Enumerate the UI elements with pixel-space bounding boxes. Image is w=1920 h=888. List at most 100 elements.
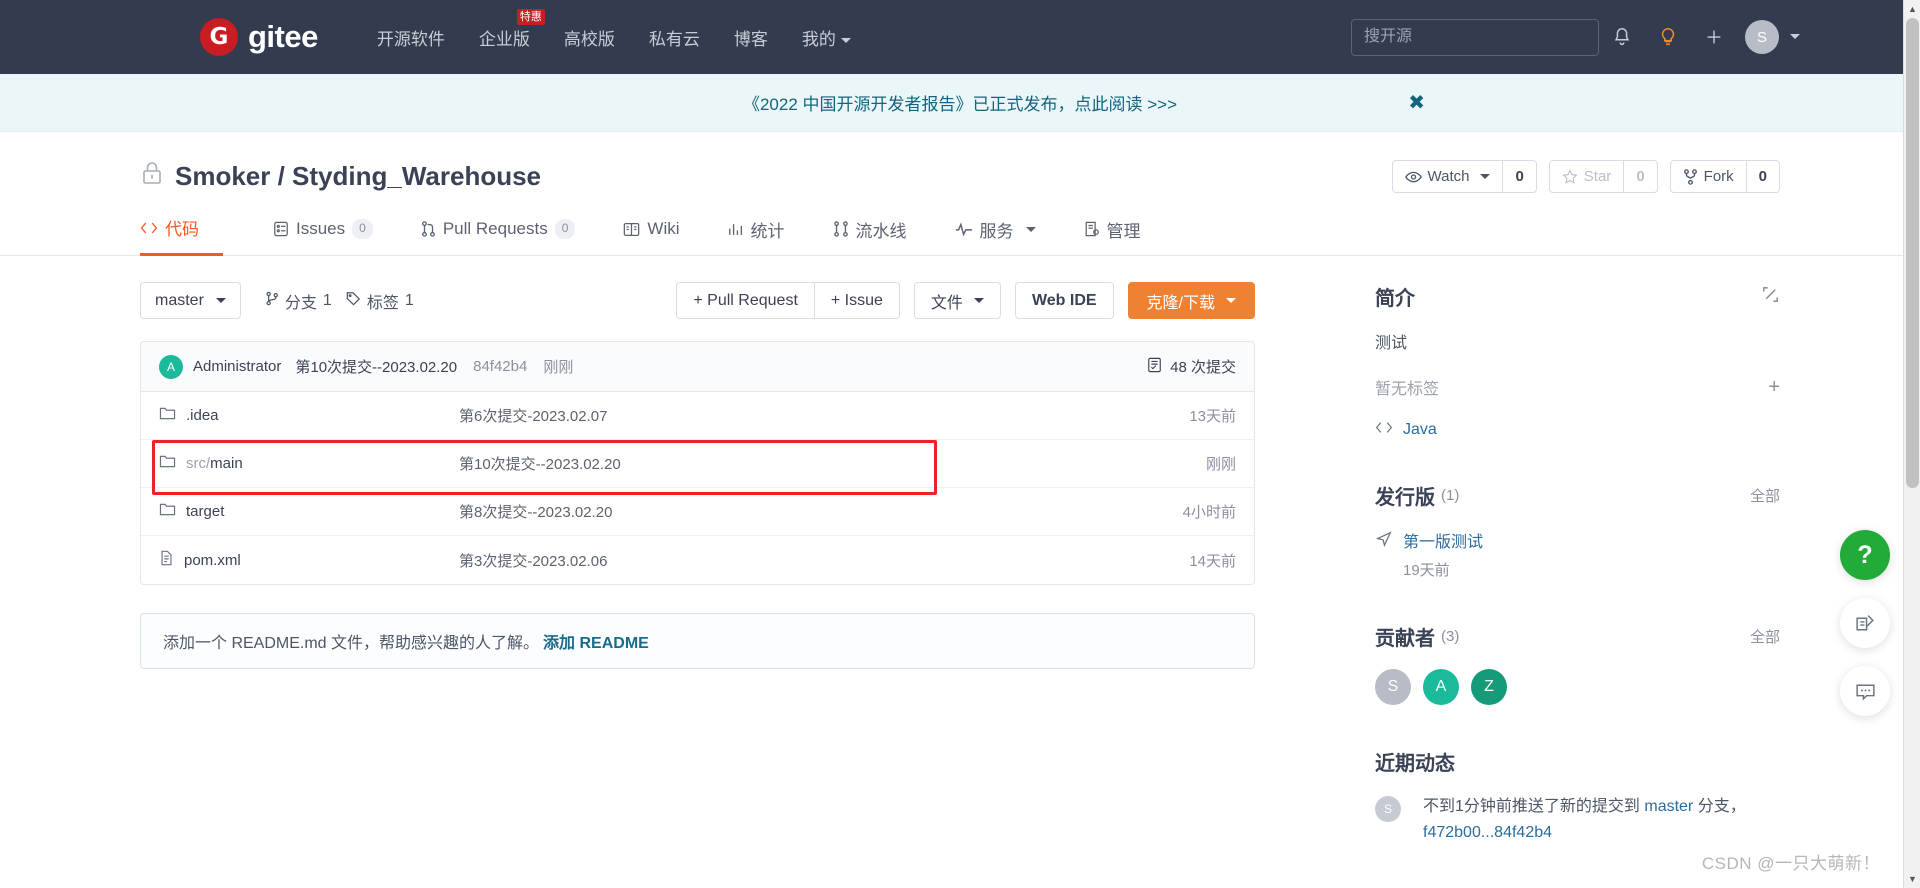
repository-full-name[interactable]: Smoker / Styding_Warehouse: [175, 161, 541, 192]
user-menu-chevron-down-icon[interactable]: [1785, 28, 1800, 46]
file-commit-message[interactable]: 第8次提交--2023.02.20: [459, 501, 612, 522]
branch-selector[interactable]: master: [140, 282, 241, 319]
lock-icon: [140, 160, 164, 193]
avatar[interactable]: A: [1423, 669, 1459, 705]
tab-pipeline[interactable]: 流水线: [809, 215, 931, 256]
tab-manage[interactable]: 管理: [1060, 215, 1165, 256]
commit-author-avatar[interactable]: A: [159, 354, 183, 379]
releases-view-all-link[interactable]: 全部: [1750, 485, 1780, 506]
repository-toolbar: master 分支 1 标签 1 + Pull Request + Issue …: [140, 282, 1255, 319]
scrollbar-thumb[interactable]: [1906, 18, 1919, 488]
tab-wiki[interactable]: Wiki: [599, 215, 703, 256]
clone-download-label: 克隆/下载: [1146, 294, 1215, 312]
fork-count[interactable]: 0: [1745, 161, 1779, 192]
fork-button[interactable]: Fork: [1671, 161, 1746, 192]
search-input[interactable]: [1351, 18, 1599, 56]
announcement-text[interactable]: 《2022 中国开源开发者报告》已正式发布，点此阅读 >>>: [743, 90, 1177, 115]
avatar[interactable]: Z: [1471, 669, 1507, 705]
page-scrollbar[interactable]: ▲ ▼: [1903, 0, 1920, 888]
tab-pull-requests[interactable]: Pull Requests 0: [397, 215, 600, 256]
nav-link-education[interactable]: 高校版: [547, 25, 632, 50]
announcement-banner: 《2022 中国开源开发者报告》已正式发布，点此阅读 >>> ✖: [0, 74, 1920, 132]
file-commit-message[interactable]: 第10次提交--2023.02.20: [459, 453, 621, 474]
avatar[interactable]: S: [1375, 669, 1411, 705]
new-pull-request-button[interactable]: + Pull Request: [676, 282, 814, 319]
avatar[interactable]: S: [1375, 796, 1401, 822]
close-icon[interactable]: ✖: [1408, 93, 1425, 113]
releases-header: 发行版 (1) 全部: [1375, 481, 1780, 510]
watermark: CSDN @一只大萌新！: [1701, 854, 1880, 873]
watch-count[interactable]: 0: [1502, 161, 1535, 192]
file-commit-message[interactable]: 第6次提交-2023.02.07: [459, 405, 607, 426]
tags-link[interactable]: 标签 1: [346, 289, 414, 313]
sidebar-section-releases: 发行版 (1) 全部 第一版测试 19天前: [1375, 481, 1780, 580]
top-nav-right: S: [1351, 17, 1920, 57]
star-button[interactable]: Star: [1550, 161, 1624, 192]
branches-link[interactable]: 分支 1: [265, 289, 332, 313]
file-name: pom.xml: [184, 551, 241, 569]
table-row[interactable]: src/main 第10次提交--2023.02.20 刚刚: [141, 440, 1254, 488]
edit-icon[interactable]: [1761, 285, 1780, 308]
release-name[interactable]: 第一版测试: [1403, 528, 1483, 552]
activity-branch-link[interactable]: master: [1644, 798, 1693, 815]
repository-header: Smoker / Styding_Warehouse Watch 0 Star …: [0, 132, 1920, 256]
table-row[interactable]: .idea 第6次提交-2023.02.07 13天前: [141, 392, 1254, 440]
activity-sha-link[interactable]: f472b00...84f42b4: [1423, 824, 1552, 841]
file-commit-message[interactable]: 第3次提交-2023.02.06: [459, 550, 607, 571]
tab-code[interactable]: 代码: [140, 215, 223, 256]
table-row[interactable]: target 第8次提交--2023.02.20 4小时前: [141, 488, 1254, 536]
commit-sha[interactable]: 84f42b4: [473, 358, 527, 375]
chart-icon: [728, 222, 744, 237]
lightbulb-icon[interactable]: [1645, 17, 1691, 57]
readme-prompt-text: 添加一个 README.md 文件，帮助感兴趣的人了解。: [163, 635, 540, 652]
sidebar: 简介 测试 暂无标签 + Java 发行版 (1) 全部 第一版测试 19天前 …: [1375, 282, 1780, 845]
files-dropdown-button[interactable]: 文件: [913, 282, 1001, 319]
star-count[interactable]: 0: [1623, 161, 1656, 192]
new-issue-button[interactable]: + Issue: [813, 282, 900, 319]
add-readme-link[interactable]: 添加 README: [543, 629, 649, 653]
gitee-logo[interactable]: G gitee: [200, 18, 318, 56]
nav-link-mine[interactable]: 我的: [785, 25, 868, 50]
primary-language[interactable]: Java: [1375, 421, 1780, 439]
activity-prefix: 不到1分钟前推送了新的提交到: [1423, 798, 1645, 815]
chat-fab[interactable]: [1840, 666, 1890, 716]
nav-link-privatecloud[interactable]: 私有云: [632, 25, 717, 50]
user-avatar[interactable]: S: [1745, 20, 1779, 54]
table-row[interactable]: pom.xml 第3次提交-2023.02.06 14天前: [141, 536, 1254, 584]
chevron-down-icon: [1226, 298, 1236, 303]
clone-download-button[interactable]: 克隆/下载: [1127, 282, 1255, 319]
scroll-down-arrow-icon[interactable]: ▼: [1904, 870, 1920, 888]
tab-services[interactable]: 服务: [931, 215, 1060, 256]
gitee-logo-mark: G: [200, 18, 238, 56]
nav-link-enterprise[interactable]: 特惠 企业版: [462, 8, 547, 50]
file-name: .idea: [186, 407, 219, 424]
file-name-cell[interactable]: src/main: [159, 454, 459, 473]
notification-bell-icon[interactable]: [1599, 17, 1645, 57]
feedback-fab[interactable]: [1840, 598, 1890, 648]
file-name: main: [210, 455, 243, 472]
branch-selector-label: master: [155, 291, 204, 309]
nav-link-opensource[interactable]: 开源软件: [360, 25, 462, 50]
commit-message[interactable]: 第10次提交--2023.02.20: [295, 356, 457, 377]
nav-link-blog[interactable]: 博客: [717, 25, 785, 50]
list-item[interactable]: 第一版测试 19天前: [1375, 528, 1780, 580]
language-label: Java: [1403, 421, 1437, 438]
scroll-up-arrow-icon[interactable]: ▲: [1904, 0, 1920, 18]
contributors-view-all-link[interactable]: 全部: [1750, 626, 1780, 647]
add-new-icon[interactable]: [1691, 17, 1737, 57]
commit-author-name[interactable]: Administrator: [193, 358, 281, 375]
add-tag-icon[interactable]: +: [1768, 377, 1780, 397]
file-browser: A Administrator 第10次提交--2023.02.20 84f42…: [140, 341, 1255, 585]
repository-actions: Watch 0 Star 0 Fork 0: [1391, 160, 1780, 193]
tab-statistics[interactable]: 统计: [704, 215, 809, 256]
file-name-cell[interactable]: .idea: [159, 406, 459, 425]
file-name-cell[interactable]: pom.xml: [159, 550, 459, 570]
star-button-group: Star 0: [1548, 160, 1658, 193]
web-ide-button[interactable]: Web IDE: [1014, 282, 1114, 319]
watch-button[interactable]: Watch: [1393, 161, 1503, 192]
tab-issues[interactable]: Issues 0: [249, 215, 397, 256]
commits-count-link[interactable]: 48 次提交: [1147, 356, 1236, 377]
top-nav-links: 开源软件 特惠 企业版 高校版 私有云 博客 我的: [360, 8, 868, 50]
help-fab[interactable]: ?: [1840, 530, 1890, 580]
file-name-cell[interactable]: target: [159, 502, 459, 521]
